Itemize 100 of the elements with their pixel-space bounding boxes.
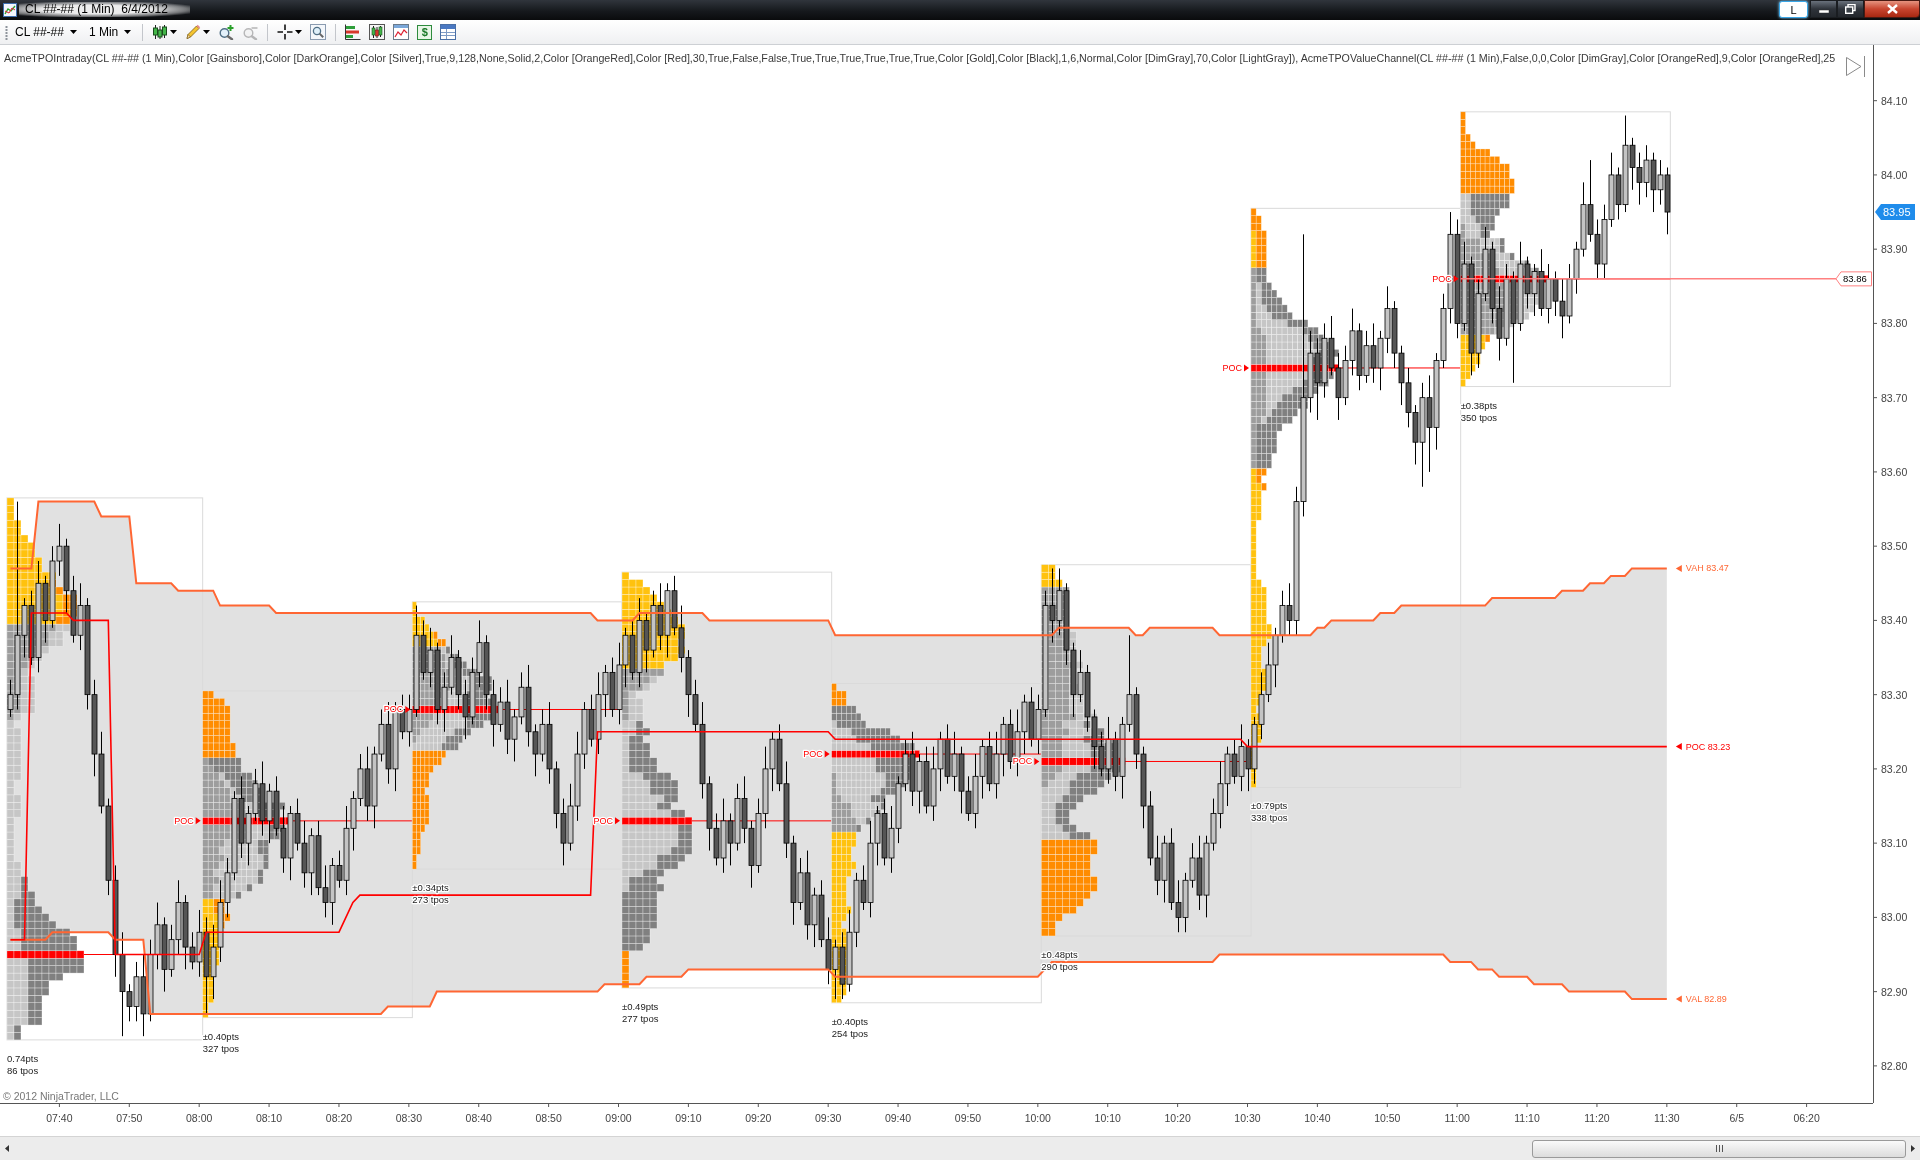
poc-label: POC (1222, 362, 1242, 373)
candlestick-chart-icon (369, 24, 386, 40)
last-price-tag: 83.95 (1875, 204, 1915, 221)
price-tag: 83.86 (1835, 271, 1872, 287)
magnifier-icon (310, 24, 327, 40)
axis-label: 10:00 (1024, 1112, 1051, 1124)
close-icon (1886, 4, 1898, 14)
axis-label: 83.20 (1881, 762, 1908, 775)
axis-label: 08:40 (465, 1112, 492, 1124)
axis-label: 84.10 (1881, 94, 1908, 107)
grip-icon (1715, 1145, 1723, 1152)
axis-label: 11:30 (1654, 1112, 1680, 1124)
axis-label: 08:10 (255, 1112, 283, 1124)
marker-icon (405, 706, 411, 713)
toolbar-grip-icon (5, 24, 8, 40)
scrollbar-thumb[interactable] (1532, 1139, 1906, 1158)
axis-label: 08:50 (535, 1112, 562, 1124)
table-icon (440, 24, 457, 40)
tpo-count-label: 273 tpos (412, 894, 449, 906)
axis-label: 08:20 (325, 1112, 353, 1124)
marker-icon (824, 750, 830, 758)
window-title: CL ##-## (1 Min) 6/4/2012 (19, 2, 190, 17)
range-label: ±0.34pts (412, 882, 449, 894)
axis-label: 11:10 (1514, 1112, 1540, 1124)
axis-label: 09:50 (954, 1112, 982, 1124)
axis-label: 10:30 (1234, 1112, 1261, 1124)
axis-label: 10:50 (1374, 1112, 1401, 1124)
left-arrow-icon (5, 1145, 9, 1152)
axis-label: 09:30 (815, 1112, 842, 1124)
axis-label: 10:10 (1094, 1112, 1121, 1124)
restore-icon (1845, 4, 1856, 14)
axis-label: 83.80 (1881, 317, 1908, 330)
candlestick-icon (152, 24, 169, 40)
range-label: 0.74pts (7, 1052, 39, 1064)
axis-label: 09:40 (884, 1112, 912, 1124)
minimize-button[interactable] (1810, 0, 1837, 18)
caret-icon (69, 30, 77, 34)
axis-label: 83.00 (1881, 911, 1908, 924)
tpo-count-label: 254 tpos (831, 1027, 869, 1039)
interval-dropdown[interactable]: 1 Min (83, 21, 137, 43)
axis-label: 6/5 (1729, 1112, 1744, 1124)
axis-label: 09:20 (745, 1112, 772, 1124)
zoom-in-icon (218, 24, 235, 40)
range-label: ±0.48pts (1041, 948, 1078, 960)
indicator-label: AcmeTPOIntraday(CL ##-## (1 Min),Color [Gainsboro],Color [DarkOrange],Color [Silver],True,9,128,None,Solid,2,Color [OrangeRed],Color [Red],30,True,False,False,True,True,True,True,True,True,Color [Gold],Color [Black],1,6,Normal,Color [DimGray],70,Color [LightGray]), AcmeTPOValueChannel(CL ##-## (1 Min),False,0,0,Color [DimGray],Color [OrangeRed],9,Color [OrangeRed],25 (4, 52, 1836, 65)
marker-icon (1675, 743, 1682, 751)
axis-label: 08:30 (395, 1112, 422, 1124)
poc-label: POC (593, 815, 613, 826)
axis-label: 83.60 (1881, 465, 1908, 478)
restore-button[interactable] (1837, 0, 1864, 18)
range-label: ±0.40pts (202, 1030, 240, 1042)
axis-label: 84.00 (1881, 168, 1908, 181)
axis-label: 08:00 (186, 1112, 213, 1124)
axis-label: 10:20 (1164, 1112, 1191, 1124)
crosshair-icon (277, 24, 294, 40)
axis-label: 11:20 (1584, 1112, 1610, 1124)
axis-label: 09:00 (605, 1112, 632, 1124)
window-button[interactable]: L (1779, 1, 1808, 18)
ref-line-label: 83.86 (1843, 273, 1867, 285)
marker-icon (1675, 564, 1682, 572)
poc-label: POC (1432, 273, 1452, 284)
axis-label: 07:40 (46, 1112, 73, 1124)
channel-label: VAH 83.47 (1685, 563, 1729, 574)
close-button[interactable] (1864, 0, 1920, 18)
skip-to-end-icon[interactable] (1846, 55, 1865, 78)
axis-label: 83.70 (1881, 391, 1908, 404)
chart-app-icon (3, 3, 17, 17)
axis-label: 06:20 (1793, 1112, 1820, 1124)
axis-label: 10:40 (1304, 1112, 1331, 1124)
marker-icon (195, 817, 201, 825)
channel-label: POC 83.23 (1685, 741, 1731, 752)
line-chart-icon (393, 24, 410, 40)
axis-label: 07:50 (116, 1112, 143, 1124)
pencil-icon (185, 24, 202, 40)
channel-label: VAL 82.89 (1685, 994, 1727, 1005)
range-label: ±0.40pts (831, 1015, 869, 1027)
axis-label: 83.10 (1881, 837, 1908, 850)
range-label: ±0.49pts (622, 1000, 659, 1012)
axis-label: 82.90 (1881, 985, 1908, 998)
marker-icon (1034, 757, 1040, 765)
caret-icon (124, 30, 132, 34)
poc-label: POC (174, 815, 194, 826)
range-label: ±0.38pts (1460, 399, 1498, 411)
marker-icon (1675, 995, 1682, 1003)
range-label: ±0.79pts (1251, 800, 1288, 812)
tpo-count-label: 327 tpos (202, 1042, 240, 1054)
tpo-count-label: 338 tpos (1251, 812, 1288, 824)
copyright-text: © 2012 NinjaTrader, LLC (3, 1090, 119, 1102)
right-arrow-icon (1911, 1145, 1915, 1152)
axis-label: 83.30 (1881, 688, 1908, 701)
marker-icon (1244, 364, 1249, 372)
zoom-out-icon (242, 24, 259, 40)
tpo-count-label: 277 tpos (622, 1012, 659, 1024)
instrument-dropdown[interactable]: CL ##-## (10, 21, 82, 43)
tpo-count-label: 86 tpos (7, 1064, 39, 1076)
axis-label: 83.90 (1881, 243, 1908, 256)
axis-label: 83.40 (1881, 614, 1908, 627)
axis-label: 82.80 (1881, 1059, 1908, 1072)
axis-label: 09:10 (675, 1112, 702, 1124)
poc-label: POC (1012, 756, 1033, 767)
